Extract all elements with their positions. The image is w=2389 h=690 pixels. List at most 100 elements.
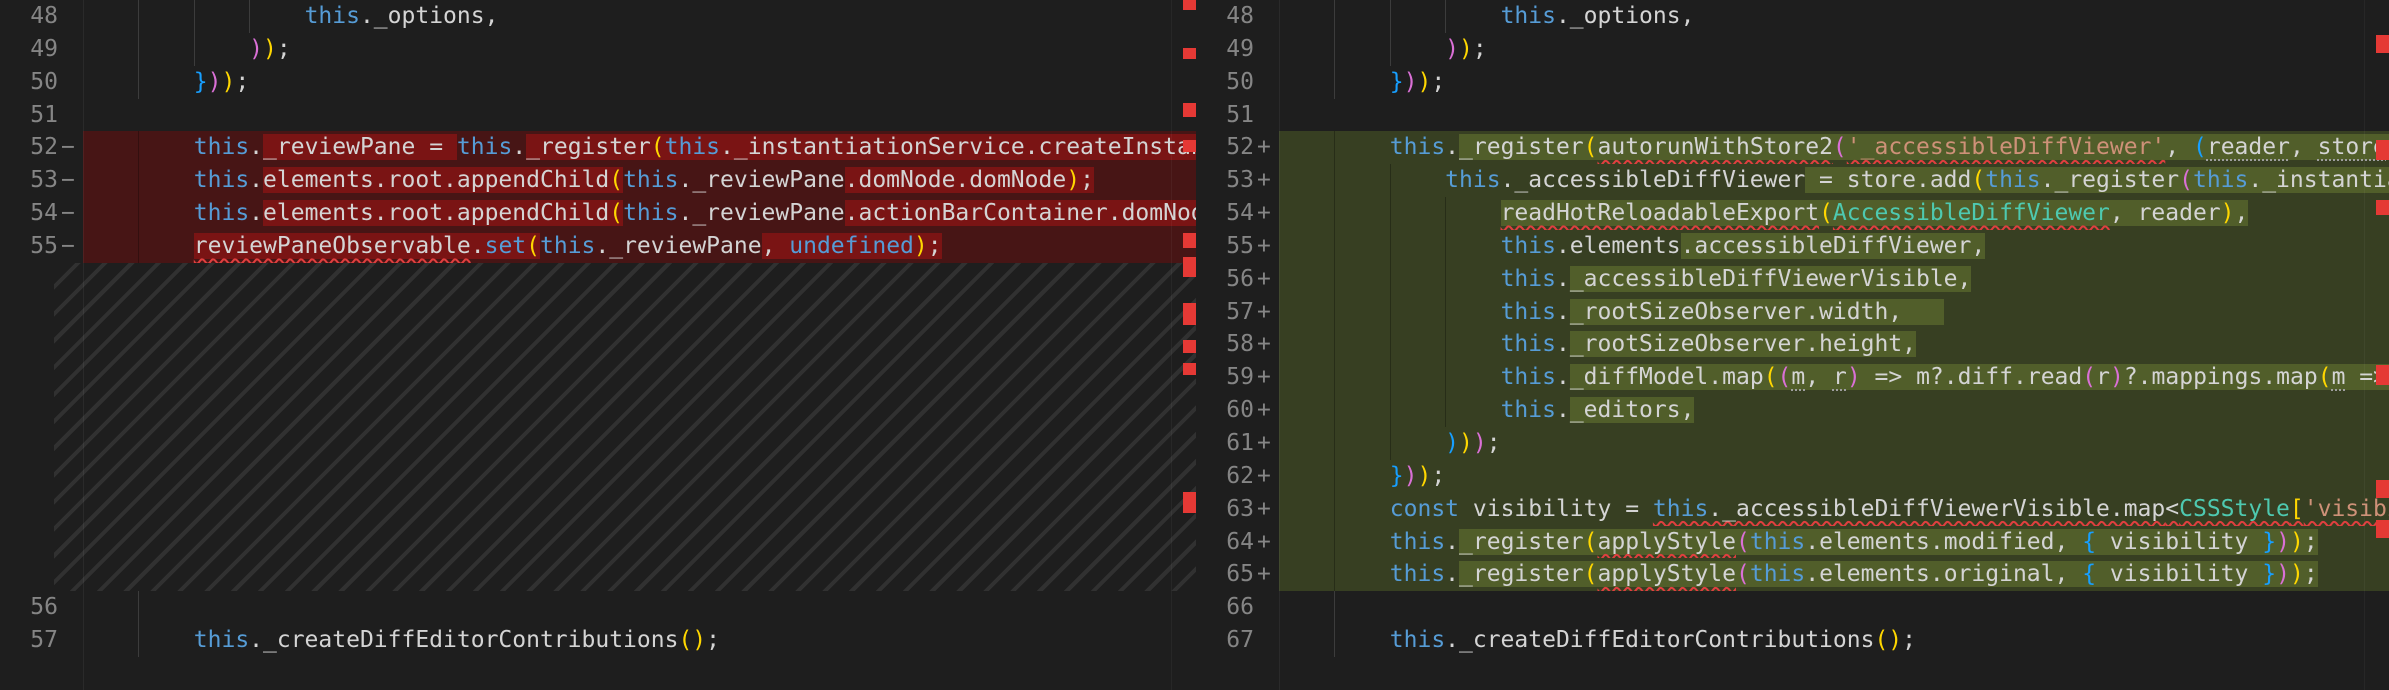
code-line-content[interactable]: this._createDiffEditorContributions(); (1279, 624, 2389, 657)
line-number[interactable]: 50 (1196, 66, 1254, 99)
line-number[interactable]: 58 (1196, 328, 1254, 361)
code-token: ) (1066, 167, 1081, 194)
code-line-content[interactable]: ))); (1279, 426, 2389, 460)
overview-ruler-mark[interactable] (1183, 0, 1196, 10)
diff-sign: + (1257, 462, 1271, 489)
code-token: ( (1583, 561, 1598, 588)
code-line-content[interactable]: )); (83, 32, 1196, 66)
code-token: r (1832, 364, 1847, 391)
line-number[interactable]: 61 (1196, 427, 1254, 460)
overview-ruler-mark[interactable] (2376, 480, 2389, 498)
diff-sign: + (1257, 528, 1271, 555)
line-number[interactable]: 67 (1196, 624, 1254, 657)
code-line-content[interactable]: this._reviewPane = this._register(this._… (83, 131, 1196, 165)
code-row: 54 + readHotReloadableExport(AccessibleDi… (1196, 197, 2389, 230)
line-number[interactable]: 56 (1196, 263, 1254, 296)
overview-ruler-mark[interactable] (1183, 233, 1196, 248)
code-line-content[interactable] (1279, 99, 2389, 132)
overview-ruler-mark[interactable] (1183, 48, 1196, 59)
code-line-content[interactable]: this._accessibleDiffViewerVisible, (1279, 262, 2389, 296)
line-number[interactable]: 48 (1196, 0, 1254, 33)
line-number[interactable]: 53 (0, 164, 58, 197)
code-line-content[interactable]: })); (1279, 459, 2389, 493)
code-line-content[interactable]: this._diffModel.map((m, r) => m?.diff.re… (1279, 361, 2389, 395)
line-number[interactable]: 62 (1196, 460, 1254, 493)
code-token: ) (1459, 429, 1473, 456)
code-token: . (1445, 528, 1460, 555)
code-line-content[interactable]: this._rootSizeObserver.height, (1279, 328, 2389, 362)
overview-ruler-mark[interactable] (1183, 140, 1196, 152)
code-line-content[interactable]: this._editors, (1279, 394, 2389, 427)
line-number[interactable]: 57 (1196, 296, 1254, 329)
code-token: ._accessibleDiffViewerVisible.map (1708, 495, 2166, 522)
code-token: ._reviewPane (678, 200, 845, 227)
code-line-content[interactable]: this.elements.root.appendChild(this._rev… (83, 197, 1196, 230)
overview-ruler-mark[interactable] (1183, 303, 1196, 325)
line-number[interactable]: 54 (0, 197, 58, 230)
line-number[interactable]: 65 (1196, 558, 1254, 591)
code-line-content[interactable] (1279, 591, 2389, 625)
overview-ruler-mark[interactable] (1183, 340, 1196, 353)
line-number[interactable]: 50 (0, 66, 58, 99)
code-row: 51 (1196, 99, 2389, 132)
code-row: 51 (0, 99, 1196, 132)
overview-ruler-mark[interactable] (2376, 520, 2389, 538)
overview-ruler-mark[interactable] (2376, 140, 2389, 160)
line-number[interactable]: 49 (0, 33, 58, 66)
line-number[interactable]: 56 (0, 591, 58, 624)
line-number[interactable]: 57 (0, 624, 58, 657)
code-line-content[interactable]: this._register(applyStyle(this.elements.… (1279, 525, 2389, 559)
code-line-content[interactable]: })); (83, 65, 1196, 99)
overview-ruler-mark[interactable] (1183, 363, 1196, 375)
code-line-content[interactable]: reviewPaneObservable.set(this._reviewPan… (83, 229, 1196, 263)
line-number[interactable]: 52 (0, 131, 58, 164)
code-token: this (1389, 627, 1446, 654)
code-line-content[interactable]: )); (1279, 32, 2389, 66)
diff-sign (58, 591, 83, 624)
overview-ruler-mark[interactable] (1183, 103, 1196, 117)
overview-ruler-mark[interactable] (1183, 257, 1196, 277)
line-number[interactable]: 48 (0, 0, 58, 33)
code-line-content[interactable]: this._createDiffEditorContributions(); (83, 624, 1196, 657)
line-number[interactable]: 53 (1196, 164, 1254, 197)
code-line-content[interactable] (83, 591, 1196, 625)
code-line-content[interactable]: this._rootSizeObserver.width, (1279, 295, 2389, 329)
overview-ruler-mark[interactable] (2376, 200, 2389, 215)
line-number[interactable]: 64 (1196, 526, 1254, 559)
code-line-content[interactable]: this._accessibleDiffViewer = store.add(t… (1279, 164, 2389, 198)
line-number[interactable]: 63 (1196, 493, 1254, 526)
code-line-content[interactable]: this.elements.root.appendChild(this._rev… (83, 164, 1196, 198)
overview-ruler-mark[interactable] (1183, 492, 1196, 513)
code-token: ; (235, 68, 250, 95)
code-token: this (193, 134, 250, 161)
overview-ruler-mark[interactable] (2376, 365, 2389, 385)
line-number[interactable]: 54 (1196, 197, 1254, 230)
line-number[interactable]: 51 (0, 99, 58, 132)
line-number[interactable]: 60 (1196, 394, 1254, 427)
code-line-content[interactable] (83, 99, 1196, 132)
code-line-content[interactable]: const visibility = this._accessibleDiffV… (1279, 492, 2389, 526)
code-token: . (1445, 134, 1460, 161)
line-number[interactable]: 52 (1196, 131, 1254, 164)
code-line-content[interactable]: this._register(applyStyle(this.elements.… (1279, 558, 2389, 592)
line-number[interactable]: 59 (1196, 361, 1254, 394)
line-number[interactable]: 55 (1196, 230, 1254, 263)
code-token: [ (2289, 495, 2304, 522)
code-token: ( (526, 232, 540, 259)
diff-sign: − (61, 134, 75, 161)
diff-sign: + (1257, 265, 1271, 292)
code-line-content[interactable]: this._options, (1279, 0, 2389, 33)
line-number[interactable]: 49 (1196, 33, 1254, 66)
code-line-content[interactable]: readHotReloadableExport(AccessibleDiffVi… (1279, 197, 2389, 230)
line-number[interactable]: 66 (1196, 591, 1254, 624)
code-line-content[interactable]: this.elements.accessibleDiffViewer, (1279, 229, 2389, 263)
diff-sign: − (61, 167, 75, 194)
code-row: 48 this._options, (0, 0, 1196, 33)
line-number[interactable]: 51 (1196, 99, 1254, 132)
overview-ruler-mark[interactable] (2376, 35, 2389, 53)
line-number[interactable]: 55 (0, 230, 58, 263)
code-line-content[interactable]: })); (1279, 65, 2389, 99)
code-line-content[interactable]: this._register(autorunWithStore2('_acces… (1279, 131, 2389, 165)
code-line-content[interactable]: this._options, (83, 0, 1196, 33)
